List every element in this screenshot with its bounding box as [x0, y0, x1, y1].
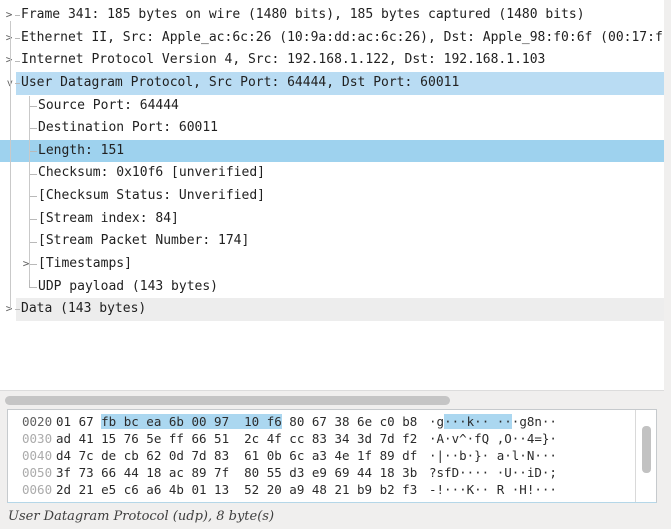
ascii-text: ·g8n··: [512, 414, 557, 429]
wireshark-window: > Frame 341: 185 bytes on wire (1480 bits…: [0, 0, 671, 529]
ascii-text: ·|··b·}· a·l·N···: [429, 448, 557, 463]
hex-offset: 0050: [22, 464, 52, 481]
hex-offset: 0020: [22, 413, 52, 430]
tree-connector: [15, 61, 20, 62]
hex-byte-text: 80 67 38 6e c0 b8: [282, 414, 417, 429]
tree-row[interactable]: Length: 151: [0, 140, 664, 163]
tree-row-label: Data (143 bytes): [21, 301, 146, 316]
ascii-column[interactable]: ·g···k·· ···g8n··: [429, 413, 557, 430]
hex-selected-bytes: fb bc ea 6b 00 97 10 f6: [101, 414, 282, 429]
tree-row[interactable]: > Internet Protocol Version 4, Src: 192.1…: [0, 49, 664, 72]
hex-bytes[interactable]: 2d 21 e5 c6 a6 4b 01 13 52 20 a9 48 21 b…: [56, 481, 417, 498]
expand-arrow-icon[interactable]: >: [3, 49, 15, 72]
tree-connector: [29, 276, 37, 288]
tree-connector: [29, 151, 37, 152]
tree-connector: [29, 242, 37, 243]
tree-connector: [15, 15, 20, 16]
ascii-column[interactable]: ·|··b·}· a·l·N···: [429, 447, 557, 464]
ascii-text: ·g: [429, 414, 444, 429]
status-text: User Datagram Protocol (udp), 8 byte(s): [0, 503, 671, 524]
status-bar: User Datagram Protocol (udp), 8 byte(s): [0, 503, 671, 529]
tree-row-label: Ethernet II, Src: Apple_ac:6c:26 (10:9a:…: [21, 30, 663, 45]
tree-row-label: [Timestamps]: [38, 256, 132, 271]
tree-row-label: Checksum: 0x10f6 [unverified]: [38, 165, 265, 180]
expand-arrow-icon[interactable]: >: [3, 4, 15, 27]
tree-connector: [29, 219, 37, 220]
tree-row-label: User Datagram Protocol, Src Port: 64444,…: [21, 75, 459, 90]
hex-bytes[interactable]: 3f 73 66 44 18 ac 89 7f 80 55 d3 e9 69 4…: [56, 464, 417, 481]
tree-row-label: Source Port: 64444: [38, 98, 179, 113]
tree-connector: [15, 309, 20, 310]
hex-offset: 0060: [22, 481, 52, 498]
vertical-scrollbar-thumb[interactable]: [642, 426, 651, 473]
tree-guide-line: [10, 21, 11, 309]
hex-row[interactable]: 0050 3f 73 66 44 18 ac 89 7f 80 55 d3 e9 …: [8, 464, 636, 481]
hex-row[interactable]: 0030 ad 41 15 76 5e ff 66 51 2c 4f cc 83 …: [8, 430, 636, 447]
tree-row-label: [Stream index: 84]: [38, 211, 179, 226]
hex-byte-text: 3f 73 66 44 18 ac 89 7f 80 55 d3 e9 69 4…: [56, 465, 417, 480]
hex-byte-text: 01 67: [56, 414, 101, 429]
ascii-column[interactable]: ?sfD···· ·U··iD·;: [429, 464, 557, 481]
hex-offset: 0030: [22, 430, 52, 447]
tree-row-label: [Checksum Status: Unverified]: [38, 188, 265, 203]
hex-byte-text: 2d 21 e5 c6 a6 4b 01 13 52 20 a9 48 21 b…: [56, 482, 417, 497]
tree-row[interactable]: [Stream index: 84]: [0, 208, 664, 231]
tree-row[interactable]: > Ethernet II, Src: Apple_ac:6c:26 (10:9a…: [0, 27, 664, 50]
tree-connector: [29, 128, 37, 129]
tree-row[interactable]: [Checksum Status: Unverified]: [0, 185, 664, 208]
expand-arrow-icon[interactable]: >: [3, 298, 15, 321]
hex-byte-text: ad 41 15 76 5e ff 66 51 2c 4f cc 83 34 3…: [56, 431, 417, 446]
tree-row[interactable]: Source Port: 64444: [0, 95, 664, 118]
hex-row[interactable]: 0040 d4 7c de cb 62 0d 7d 83 61 0b 6c a3 …: [8, 447, 636, 464]
tree-row[interactable]: [Stream Packet Number: 174]: [0, 230, 664, 253]
tree-row-label: UDP payload (143 bytes): [38, 279, 218, 294]
hex-bytes[interactable]: 01 67 fb bc ea 6b 00 97 10 f6 80 67 38 6…: [56, 413, 417, 430]
hex-dump: 002001 67 fb bc ea 6b 00 97 10 f6 80 67 …: [8, 413, 636, 498]
expand-arrow-icon[interactable]: >: [3, 27, 15, 50]
tree-connector: [15, 38, 20, 39]
hex-row[interactable]: 0060 2d 21 e5 c6 a6 4b 01 13 52 20 a9 48 …: [8, 481, 636, 498]
tree-connector: [29, 196, 37, 197]
tree-row[interactable]: UDP payload (143 bytes): [0, 276, 664, 299]
tree-row[interactable]: > Data (143 bytes): [0, 298, 664, 321]
tree-row[interactable]: > Frame 341: 185 bytes on wire (1480 bits…: [0, 4, 664, 27]
tree-row[interactable]: >[Timestamps]: [0, 253, 664, 276]
tree-row[interactable]: >User Datagram Protocol, Src Port: 64444…: [0, 72, 664, 95]
tree-guide-line: [29, 96, 30, 280]
packet-details-pane: > Frame 341: 185 bytes on wire (1480 bits…: [0, 0, 664, 391]
tree-row-label: Length: 151: [38, 143, 124, 158]
hex-bytes[interactable]: d4 7c de cb 62 0d 7d 83 61 0b 6c a3 4e 1…: [56, 447, 417, 464]
tree-connector: [29, 174, 37, 175]
tree-connector: [15, 83, 20, 84]
packet-details-tree: > Frame 341: 185 bytes on wire (1480 bits…: [0, 4, 664, 321]
ascii-text: -!···K·· R ·H!···: [429, 482, 557, 497]
hex-bytes[interactable]: ad 41 15 76 5e ff 66 51 2c 4f cc 83 34 3…: [56, 430, 417, 447]
ascii-selected-chars: ···k·· ··: [444, 414, 512, 429]
tree-row-label: Frame 341: 185 bytes on wire (1480 bits)…: [21, 7, 585, 22]
tree-row[interactable]: Destination Port: 60011: [0, 117, 664, 140]
tree-row-label: Destination Port: 60011: [38, 120, 218, 135]
bytes-vertical-scrollbar[interactable]: [635, 410, 656, 502]
packet-bytes-pane: 002001 67 fb bc ea 6b 00 97 10 f6 80 67 …: [7, 409, 657, 503]
hex-offset: 0040: [22, 447, 52, 464]
tree-row-label: Internet Protocol Version 4, Src: 192.16…: [21, 52, 545, 67]
hex-byte-text: d4 7c de cb 62 0d 7d 83 61 0b 6c a3 4e 1…: [56, 448, 417, 463]
ascii-column[interactable]: ·A·v^·fQ ,O··4=}·: [429, 430, 557, 447]
horizontal-scrollbar-thumb[interactable]: [5, 396, 450, 405]
tree-connector: [29, 264, 37, 265]
tree-row-label: [Stream Packet Number: 174]: [38, 233, 249, 248]
tree-connector: [29, 106, 37, 107]
details-horizontal-scrollbar[interactable]: [0, 391, 671, 409]
tree-row[interactable]: Checksum: 0x10f6 [unverified]: [0, 162, 664, 185]
ascii-column[interactable]: -!···K·· R ·H!···: [429, 481, 557, 498]
ascii-text: ?sfD···· ·U··iD·;: [429, 465, 557, 480]
hex-row[interactable]: 002001 67 fb bc ea 6b 00 97 10 f6 80 67 …: [8, 413, 636, 430]
ascii-text: ·A·v^·fQ ,O··4=}·: [429, 431, 557, 446]
